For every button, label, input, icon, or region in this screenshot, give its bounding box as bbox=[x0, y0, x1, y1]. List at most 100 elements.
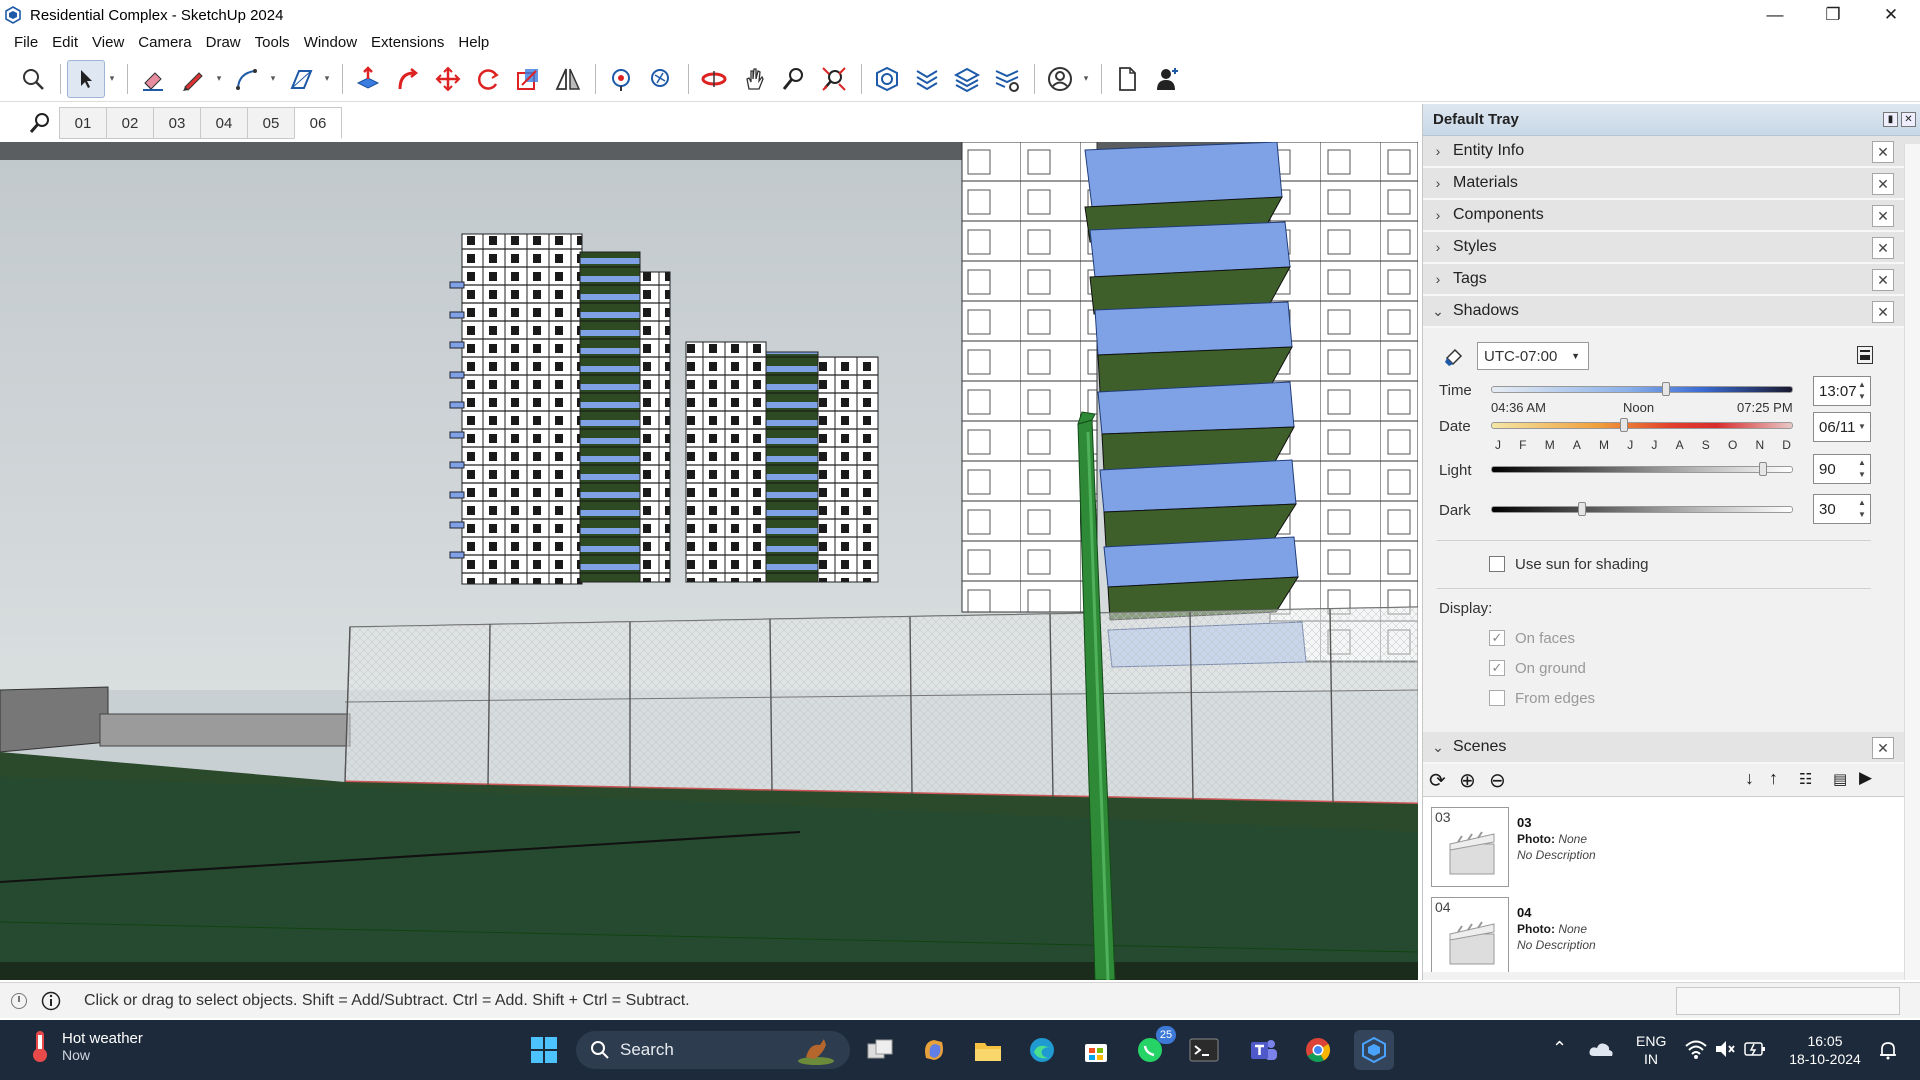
task-view-icon[interactable] bbox=[860, 1030, 900, 1070]
menu-extensions[interactable]: Extensions bbox=[365, 34, 452, 51]
extension-warehouse-icon[interactable] bbox=[908, 60, 946, 98]
tape-measure-tool-icon[interactable] bbox=[642, 60, 680, 98]
menu-camera[interactable]: Camera bbox=[132, 34, 199, 51]
rectangle-dropdown-icon[interactable]: ▾ bbox=[322, 60, 332, 98]
paint-bucket-tool-icon[interactable] bbox=[602, 60, 640, 98]
time-slider-thumb[interactable] bbox=[1662, 382, 1671, 396]
menu-draw[interactable]: Draw bbox=[200, 34, 249, 51]
dark-slider-thumb[interactable] bbox=[1577, 502, 1586, 516]
scene-tab-02[interactable]: 02 bbox=[106, 107, 154, 139]
from-edges-checkbox[interactable] bbox=[1489, 690, 1505, 706]
speaker-muted-icon[interactable] bbox=[1714, 1038, 1736, 1060]
view-options-icon[interactable]: ☷ bbox=[1799, 770, 1812, 788]
menu-view[interactable]: View bbox=[86, 34, 132, 51]
close-panel-icon[interactable]: ✕ bbox=[1872, 301, 1894, 323]
modeling-viewport[interactable] bbox=[0, 142, 1418, 980]
time-slider-track[interactable] bbox=[1491, 386, 1793, 393]
remove-scene-icon[interactable]: ⊖ bbox=[1489, 768, 1506, 793]
use-sun-checkbox[interactable] bbox=[1489, 556, 1505, 572]
scene-tab-01[interactable]: 01 bbox=[59, 107, 107, 139]
close-panel-icon[interactable]: ✕ bbox=[1872, 141, 1894, 163]
new-file-icon[interactable] bbox=[1108, 60, 1146, 98]
rectangle-tool-icon[interactable] bbox=[282, 60, 320, 98]
scene-list-item[interactable]: 04 04 Photo: None No Description bbox=[1431, 897, 1891, 972]
pencil-tool-icon[interactable] bbox=[174, 60, 212, 98]
whatsapp-icon[interactable]: 25 bbox=[1130, 1026, 1176, 1070]
add-scene-icon[interactable]: ⊕ bbox=[1459, 768, 1476, 793]
scene-list-item[interactable]: 03 03 Photo: None No Description bbox=[1431, 807, 1891, 891]
orbit-tool-icon[interactable] bbox=[695, 60, 733, 98]
eraser-tool-icon[interactable] bbox=[134, 60, 172, 98]
rotate-tool-icon[interactable] bbox=[469, 60, 507, 98]
language-indicator[interactable]: ENG IN bbox=[1636, 1032, 1666, 1068]
account-dropdown-icon[interactable]: ▾ bbox=[1081, 60, 1091, 98]
panel-scenes[interactable]: ⌄ Scenes ✕ bbox=[1423, 732, 1920, 764]
spinner-arrows-icon[interactable]: ▲ ▼ bbox=[1856, 497, 1868, 521]
date-input[interactable]: 06/11 ▼ bbox=[1813, 412, 1871, 442]
close-panel-icon[interactable]: ✕ bbox=[1872, 173, 1894, 195]
menu-help[interactable]: Help bbox=[452, 34, 497, 51]
on-faces-checkbox[interactable]: ✓ bbox=[1489, 630, 1505, 646]
move-tool-icon[interactable] bbox=[429, 60, 467, 98]
chevron-up-icon[interactable]: ⌃ bbox=[1552, 1038, 1567, 1059]
microsoft-store-icon[interactable] bbox=[1076, 1030, 1116, 1070]
extension-manager-icon[interactable] bbox=[988, 60, 1026, 98]
dark-slider-track[interactable] bbox=[1491, 506, 1793, 513]
pencil-dropdown-icon[interactable]: ▾ bbox=[214, 60, 224, 98]
file-explorer-icon[interactable] bbox=[968, 1030, 1008, 1070]
light-input[interactable]: 90 ▲ ▼ bbox=[1813, 454, 1871, 484]
dark-input[interactable]: 30 ▲ ▼ bbox=[1813, 494, 1871, 524]
wifi-icon[interactable] bbox=[1684, 1038, 1708, 1060]
select-tool-icon[interactable] bbox=[67, 59, 105, 98]
shadow-toggle-icon[interactable] bbox=[1443, 346, 1465, 368]
move-scene-up-icon[interactable]: ↑ bbox=[1769, 768, 1778, 789]
sketchup-taskbar-icon[interactable] bbox=[1354, 1030, 1394, 1070]
menu-file[interactable]: File bbox=[8, 34, 46, 51]
zoom-tool-icon[interactable] bbox=[775, 60, 813, 98]
warehouse-icon[interactable] bbox=[868, 60, 906, 98]
clock[interactable]: 16:05 18-10-2024 bbox=[1780, 1032, 1870, 1068]
teams-icon[interactable] bbox=[1244, 1030, 1284, 1070]
geo-location-icon[interactable] bbox=[6, 988, 32, 1014]
scale-tool-icon[interactable] bbox=[509, 60, 547, 98]
measurements-box[interactable] bbox=[1676, 987, 1900, 1015]
arc-dropdown-icon[interactable]: ▾ bbox=[268, 60, 278, 98]
date-slider-thumb[interactable] bbox=[1619, 418, 1628, 432]
panel-tags[interactable]: › Tags ✕ bbox=[1423, 264, 1920, 296]
layout-send-icon[interactable] bbox=[948, 60, 986, 98]
time-input[interactable]: 13:07 ▲ ▼ bbox=[1813, 376, 1871, 406]
push-pull-tool-icon[interactable] bbox=[349, 60, 387, 98]
spinner-arrows-icon[interactable]: ▲ ▼ bbox=[1856, 379, 1868, 403]
tray-scrollbar[interactable] bbox=[1904, 144, 1920, 980]
info-icon[interactable] bbox=[38, 988, 64, 1014]
notification-bell-icon[interactable] bbox=[1878, 1040, 1898, 1060]
panel-components[interactable]: › Components ✕ bbox=[1423, 200, 1920, 232]
scene-search-icon[interactable] bbox=[20, 104, 60, 142]
account-icon[interactable] bbox=[1041, 60, 1079, 98]
follow-me-tool-icon[interactable] bbox=[389, 60, 427, 98]
pan-tool-icon[interactable] bbox=[735, 60, 773, 98]
chevron-down-icon[interactable]: ▼ bbox=[1856, 421, 1868, 445]
timezone-select[interactable]: UTC-07:00 ▼ bbox=[1477, 342, 1589, 370]
battery-icon[interactable] bbox=[1744, 1040, 1766, 1058]
spinner-arrows-icon[interactable]: ▲ ▼ bbox=[1856, 457, 1868, 481]
details-toggle-icon[interactable]: ▤ bbox=[1833, 770, 1847, 788]
search-tool-icon[interactable] bbox=[14, 60, 52, 98]
copilot-icon[interactable] bbox=[914, 1030, 954, 1070]
scene-tab-06[interactable]: 06 bbox=[294, 107, 342, 139]
taskbar-search[interactable]: Search bbox=[576, 1031, 850, 1069]
details-toggle-icon[interactable] bbox=[1857, 346, 1873, 364]
on-ground-checkbox[interactable]: ✓ bbox=[1489, 660, 1505, 676]
tray-close-icon[interactable]: ✕ bbox=[1901, 112, 1916, 127]
refresh-scene-icon[interactable]: ⟳ bbox=[1429, 768, 1446, 793]
light-slider-track[interactable] bbox=[1491, 466, 1793, 473]
tray-pin-icon[interactable]: ▮ bbox=[1883, 112, 1898, 127]
close-panel-icon[interactable]: ✕ bbox=[1872, 269, 1894, 291]
menu-edit[interactable]: Edit bbox=[46, 34, 86, 51]
add-user-icon[interactable] bbox=[1148, 60, 1186, 98]
export-scene-icon[interactable]: ▶ bbox=[1859, 768, 1872, 788]
scene-tab-03[interactable]: 03 bbox=[153, 107, 201, 139]
zoom-extents-tool-icon[interactable] bbox=[815, 60, 853, 98]
select-dropdown-icon[interactable]: ▾ bbox=[107, 60, 117, 98]
restore-button[interactable]: ❐ bbox=[1804, 0, 1862, 30]
